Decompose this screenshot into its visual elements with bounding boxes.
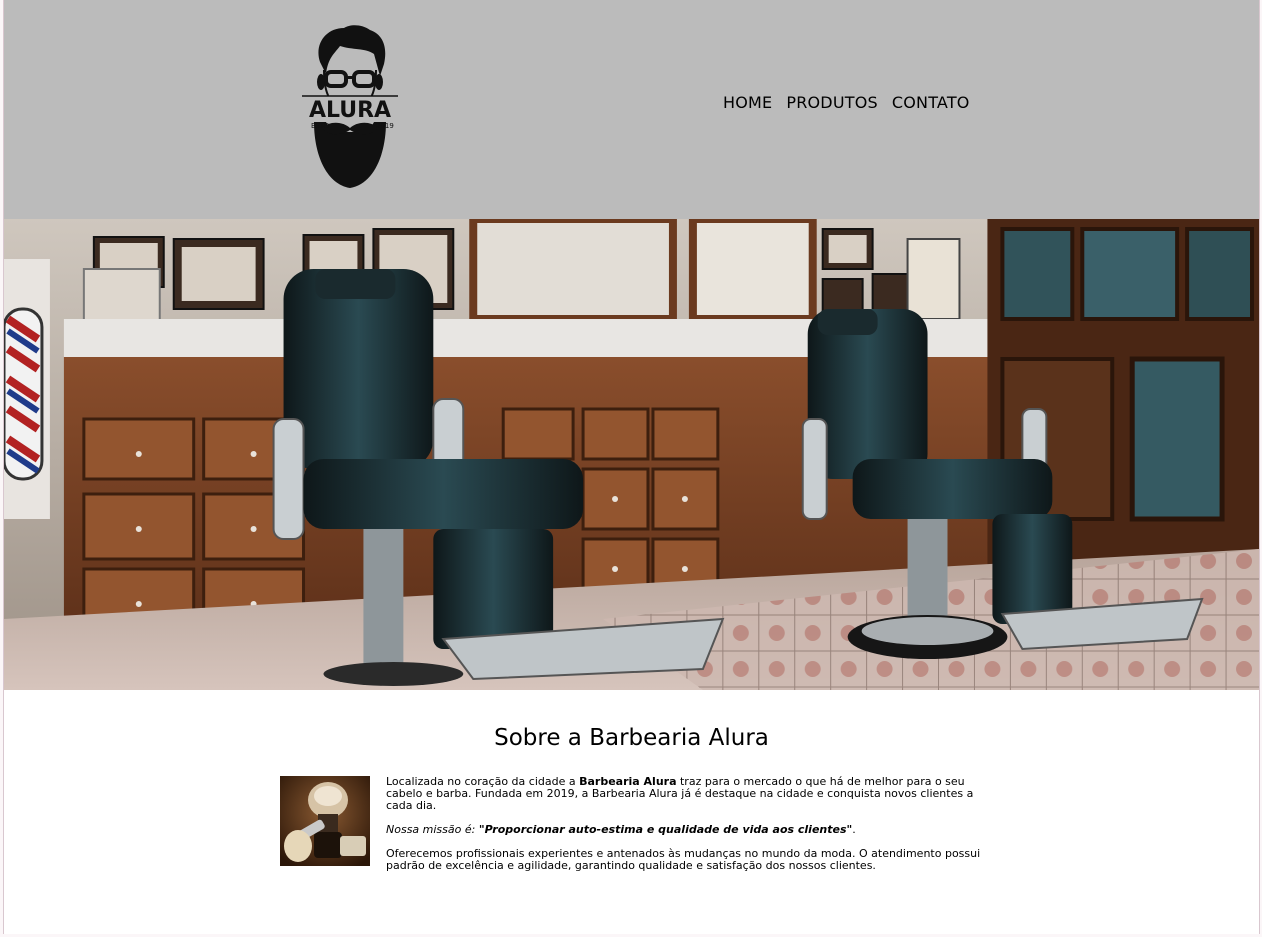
about-paragraph-service: Oferecemos profissionais experientes e a…: [386, 847, 981, 872]
shaving-brush-image: [280, 776, 370, 866]
logo-year-text: 2019: [376, 122, 394, 130]
about-mission-label: Nossa missão é:: [386, 823, 479, 836]
about-paragraph-mission: Nossa missão é: "Proporcionar auto-estim…: [386, 824, 986, 836]
site-header: ALURA ESTD 2019 HOME PRODUTOS CONTATO: [4, 0, 1259, 219]
hero-barbershop-image: [4, 219, 1259, 690]
about-title: Sobre a Barbearia Alura: [494, 725, 769, 751]
page-frame: ALURA ESTD 2019 HOME PRODUTOS CONTATO So…: [3, 0, 1260, 934]
about-mission-quote-text: "Proporcionar auto-estima e qualidade de…: [478, 823, 853, 836]
about-mission-quote: "Proporcionar auto-estima e qualidade de…: [479, 823, 852, 836]
main-nav: HOME PRODUTOS CONTATO: [723, 93, 970, 112]
logo-estd-text: ESTD: [311, 122, 330, 130]
about-text: Localizada no coração da cidade a Barbea…: [386, 776, 986, 872]
alura-logo[interactable]: ALURA ESTD 2019: [300, 24, 400, 192]
nav-contato-link[interactable]: CONTATO: [892, 93, 970, 112]
about-paragraph-location: Localizada no coração da cidade a Barbea…: [386, 776, 986, 812]
nav-produtos-link[interactable]: PRODUTOS: [786, 93, 878, 112]
logo-brand-text: ALURA: [309, 98, 391, 123]
about-mission-end: .: [852, 823, 856, 836]
nav-home-link[interactable]: HOME: [723, 93, 772, 112]
